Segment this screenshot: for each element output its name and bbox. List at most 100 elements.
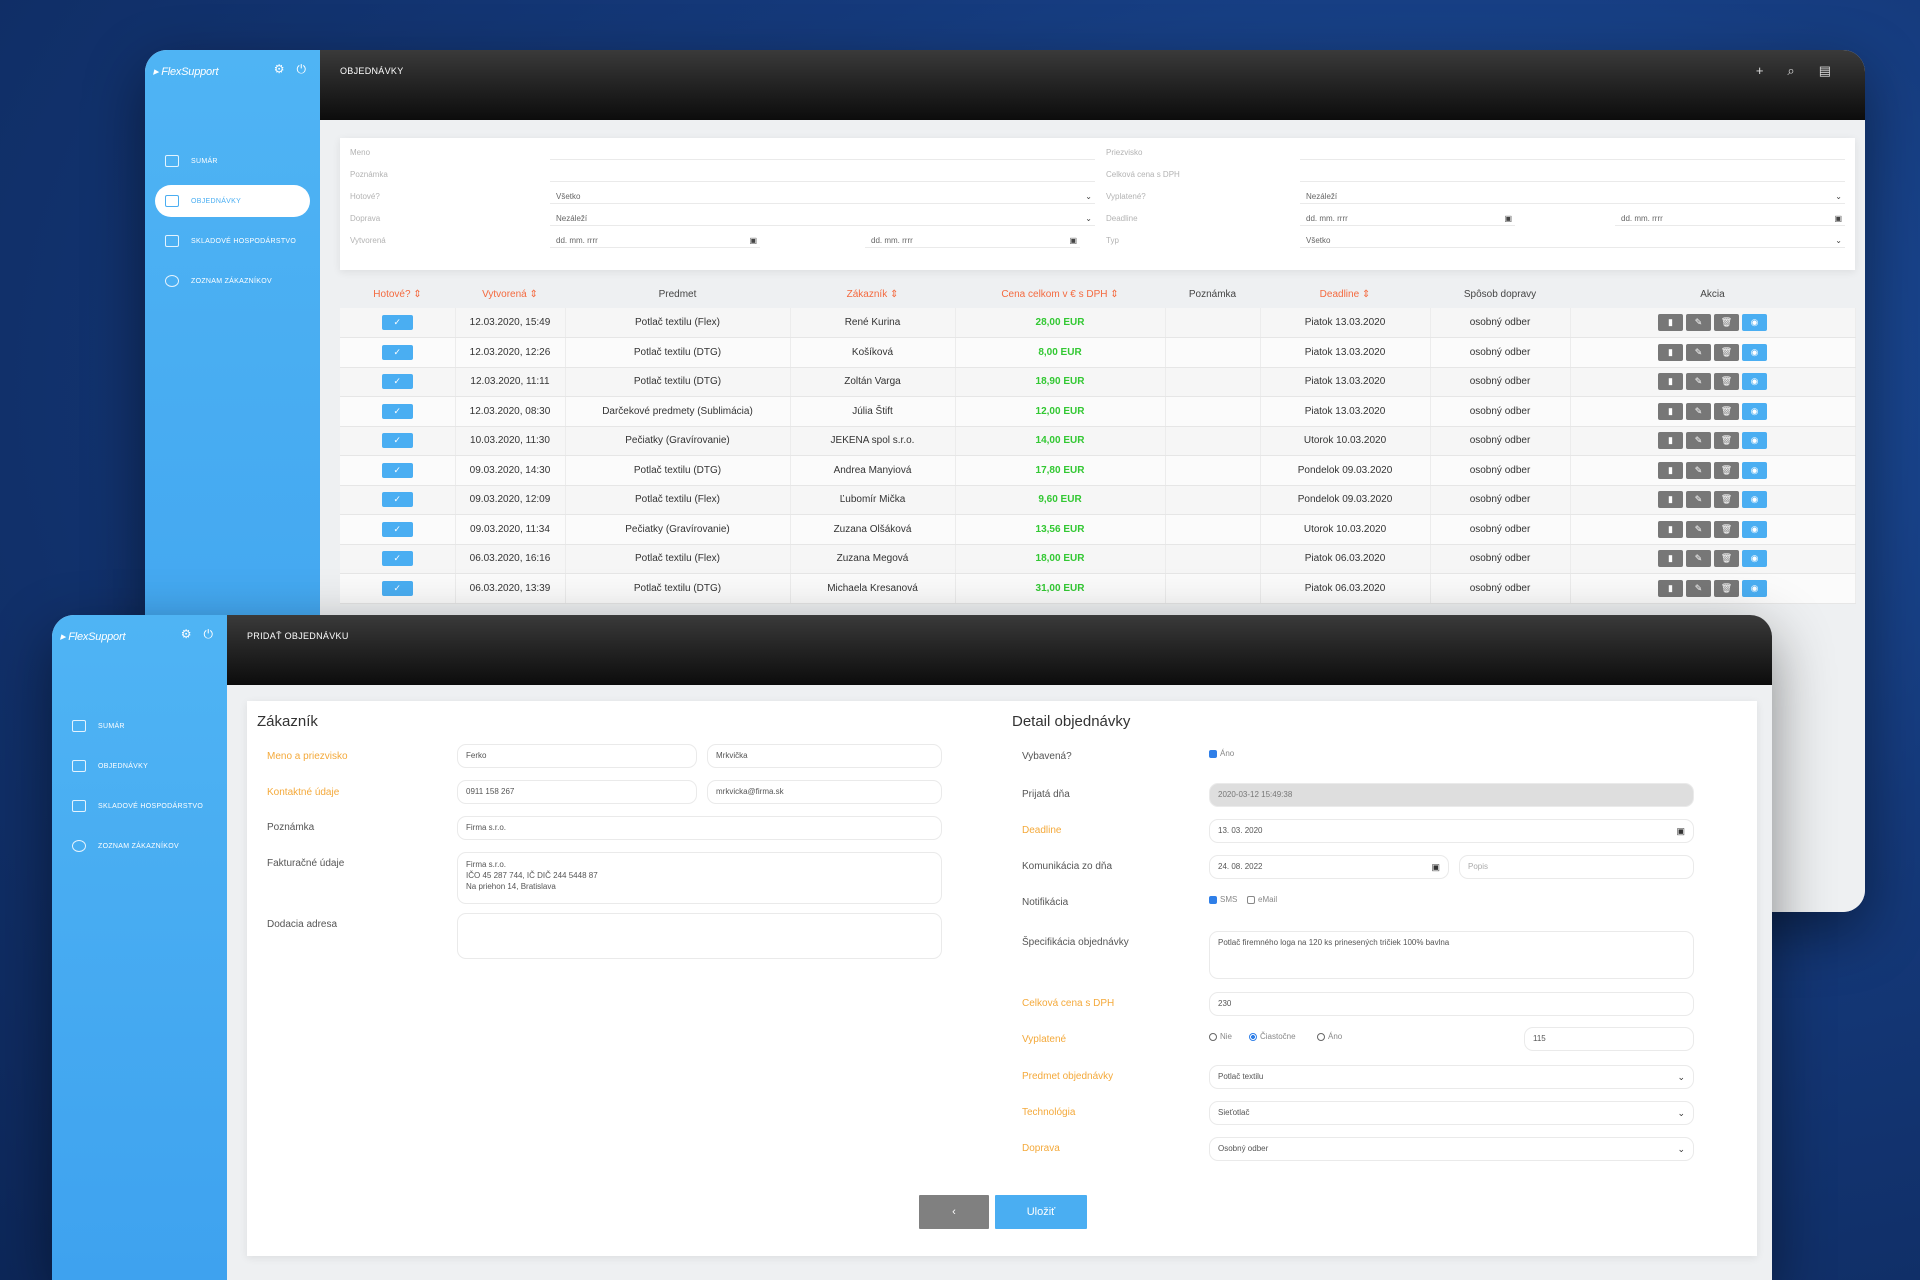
app-logo[interactable]: ▸ FlexSupport: [153, 65, 218, 78]
deadline-from[interactable]: dd. mm. rrrr ▣: [1300, 212, 1515, 226]
sidebar-item-zakaznici[interactable]: ZOZNAM ZÁKAZNÍKOV: [155, 265, 310, 297]
edit-icon[interactable]: ✎: [1686, 343, 1711, 361]
col-cena[interactable]: Cena celkom v € s DPH ⇕: [955, 280, 1165, 308]
power-icon[interactable]: ⏻: [204, 627, 214, 642]
picked-checkbox[interactable]: Áno: [1209, 749, 1234, 758]
trash-icon[interactable]: 🗑: [1714, 343, 1739, 361]
file-icon[interactable]: ▮: [1658, 461, 1683, 479]
trash-icon[interactable]: 🗑: [1714, 550, 1739, 568]
save-button[interactable]: Uložiť: [995, 1195, 1087, 1229]
subject-select[interactable]: Potlač textilu ⌄: [1209, 1065, 1694, 1089]
trash-icon[interactable]: 🗑: [1714, 432, 1739, 450]
check-icon[interactable]: ✓: [381, 344, 413, 360]
eye-icon[interactable]: ◉: [1742, 343, 1767, 361]
col-zakaznik[interactable]: Zákazník ⇕: [790, 280, 955, 308]
edit-icon[interactable]: ✎: [1686, 520, 1711, 538]
back-button[interactable]: ‹: [919, 1195, 989, 1229]
check-icon[interactable]: ✓: [381, 462, 413, 478]
eye-icon[interactable]: ◉: [1742, 314, 1767, 331]
check-icon[interactable]: ✓: [381, 433, 413, 449]
document-icon[interactable]: ▤: [1819, 63, 1831, 79]
deadline-input[interactable]: 13. 03. 2020 ▣: [1209, 819, 1694, 843]
file-icon[interactable]: ▮: [1658, 402, 1683, 420]
trash-icon[interactable]: 🗑: [1714, 402, 1739, 420]
edit-icon[interactable]: ✎: [1686, 314, 1711, 331]
delivery-textarea[interactable]: [457, 913, 942, 959]
sidebar-item-objednavky[interactable]: OBJEDNÁVKY: [62, 750, 217, 782]
edit-icon[interactable]: ✎: [1686, 432, 1711, 450]
trash-icon[interactable]: 🗑: [1714, 314, 1739, 331]
trash-icon[interactable]: 🗑: [1714, 373, 1739, 391]
sms-checkbox[interactable]: SMS: [1209, 895, 1237, 904]
eye-icon[interactable]: ◉: [1742, 373, 1767, 391]
file-icon[interactable]: ▮: [1658, 343, 1683, 361]
vyplatene-select[interactable]: Nezáleží ⌄: [1300, 190, 1845, 204]
eye-icon[interactable]: ◉: [1742, 550, 1767, 568]
check-icon[interactable]: ✓: [381, 580, 413, 596]
email-checkbox[interactable]: eMail: [1247, 895, 1277, 904]
comm-desc-input[interactable]: Popis: [1459, 855, 1694, 879]
sidebar-item-objednavky[interactable]: OBJEDNÁVKY: [155, 185, 310, 217]
check-icon[interactable]: ✓: [381, 315, 413, 330]
sidebar-item-sklad[interactable]: SKLADOVÉ HOSPODÁRSTVO: [62, 790, 217, 822]
settings-icon[interactable]: ⚙: [181, 627, 192, 642]
paid-radio-ano[interactable]: Áno: [1317, 1032, 1342, 1041]
first-name-input[interactable]: Ferko: [457, 744, 697, 768]
meno-input[interactable]: [550, 146, 1095, 160]
col-hotove[interactable]: Hotové? ⇕: [340, 280, 455, 308]
trash-icon[interactable]: 🗑: [1714, 579, 1739, 597]
last-name-input[interactable]: Mrkvička: [707, 744, 942, 768]
file-icon[interactable]: ▮: [1658, 373, 1683, 391]
eye-icon[interactable]: ◉: [1742, 491, 1767, 509]
check-icon[interactable]: ✓: [381, 551, 413, 567]
hotove-select[interactable]: Všetko ⌄: [550, 190, 1095, 204]
check-icon[interactable]: ✓: [381, 374, 413, 390]
check-icon[interactable]: ✓: [381, 403, 413, 419]
app-logo[interactable]: ▸ FlexSupport: [60, 630, 125, 643]
comm-date-input[interactable]: 24. 08. 2022 ▣: [1209, 855, 1449, 879]
eye-icon[interactable]: ◉: [1742, 402, 1767, 420]
eye-icon[interactable]: ◉: [1742, 432, 1767, 450]
edit-icon[interactable]: ✎: [1686, 373, 1711, 391]
edit-icon[interactable]: ✎: [1686, 491, 1711, 509]
cena-input[interactable]: [1300, 168, 1845, 182]
file-icon[interactable]: ▮: [1658, 491, 1683, 509]
power-icon[interactable]: ⏻: [297, 62, 307, 77]
plus-icon[interactable]: +: [1756, 63, 1764, 79]
check-icon[interactable]: ✓: [381, 492, 413, 508]
poznamka-input[interactable]: [550, 168, 1095, 182]
tech-select[interactable]: Sieťotlač ⌄: [1209, 1101, 1694, 1125]
col-vytvorena[interactable]: Vytvorená ⇕: [455, 280, 565, 308]
sidebar-item-zakaznici[interactable]: ZOZNAM ZÁKAZNÍKOV: [62, 830, 217, 862]
sidebar-item-sumar[interactable]: SUMÁR: [155, 145, 310, 177]
col-deadline[interactable]: Deadline ⇕: [1260, 280, 1430, 308]
paid-amount-input[interactable]: 115: [1524, 1027, 1694, 1051]
deadline-to[interactable]: dd. mm. rrrr ▣: [1615, 212, 1845, 226]
price-input[interactable]: 230: [1209, 992, 1694, 1016]
settings-icon[interactable]: ⚙: [274, 62, 285, 77]
trash-icon[interactable]: 🗑: [1714, 520, 1739, 538]
ship-select[interactable]: Osobný odber ⌄: [1209, 1137, 1694, 1161]
paid-radio-nie[interactable]: Nie: [1209, 1032, 1232, 1041]
note-input[interactable]: Firma s.r.o.: [457, 816, 942, 840]
paid-radio-ciastocne[interactable]: Čiastočne: [1249, 1032, 1296, 1041]
phone-input[interactable]: 0911 158 267: [457, 780, 697, 804]
eye-icon[interactable]: ◉: [1742, 461, 1767, 479]
sidebar-item-sumar[interactable]: SUMÁR: [62, 710, 217, 742]
eye-icon[interactable]: ◉: [1742, 579, 1767, 597]
file-icon[interactable]: ▮: [1658, 520, 1683, 538]
edit-icon[interactable]: ✎: [1686, 402, 1711, 420]
edit-icon[interactable]: ✎: [1686, 550, 1711, 568]
trash-icon[interactable]: 🗑: [1714, 461, 1739, 479]
trash-icon[interactable]: 🗑: [1714, 491, 1739, 509]
file-icon[interactable]: ▮: [1658, 314, 1683, 331]
file-icon[interactable]: ▮: [1658, 579, 1683, 597]
file-icon[interactable]: ▮: [1658, 550, 1683, 568]
edit-icon[interactable]: ✎: [1686, 461, 1711, 479]
billing-textarea[interactable]: Firma s.r.o. IČO 45 287 744, IČ DIČ 244 …: [457, 852, 942, 904]
email-input[interactable]: mrkvicka@firma.sk: [707, 780, 942, 804]
check-icon[interactable]: ✓: [381, 521, 413, 537]
eye-icon[interactable]: ◉: [1742, 520, 1767, 538]
typ-select[interactable]: Všetko ⌄: [1300, 234, 1845, 248]
file-icon[interactable]: ▮: [1658, 432, 1683, 450]
